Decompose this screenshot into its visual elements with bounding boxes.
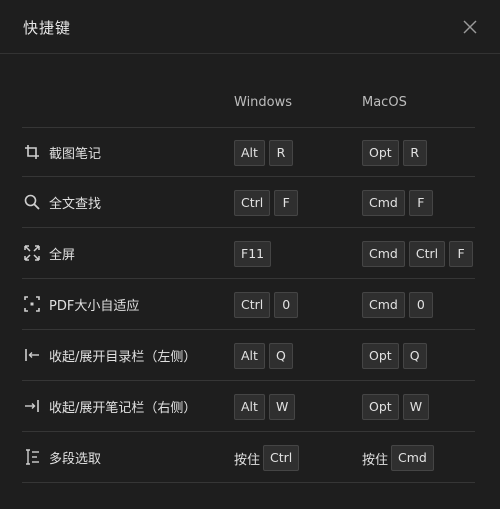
shortcut-label: 截图笔记 xyxy=(49,147,102,162)
macos-shortcut: Cmd Ctrl F xyxy=(362,241,477,267)
key-cap: R xyxy=(402,140,427,166)
shortcut-row: 全屏 F11 Cmd Ctrl F xyxy=(22,229,475,279)
macos-shortcut: Opt R xyxy=(362,140,431,166)
dialog-header: 快捷键 xyxy=(0,0,500,54)
shortcut-label: PDF大小自适应 xyxy=(49,299,140,314)
shortcut-row: 收起/展开目录栏（左侧） Alt Q Opt Q xyxy=(22,331,475,381)
fullscreen-icon xyxy=(24,245,40,261)
key-cap: Ctrl xyxy=(234,292,271,318)
close-icon xyxy=(463,20,477,34)
shortcut-row: 全文查找 Ctrl F Cmd F xyxy=(22,178,475,228)
multi-select-icon xyxy=(24,449,40,465)
windows-shortcut: Alt Q xyxy=(234,343,297,369)
key-cap: Opt xyxy=(362,140,399,166)
shortcut-row: PDF大小自适应 Ctrl 0 Cmd 0 xyxy=(22,280,475,330)
key-cap: Q xyxy=(402,343,427,369)
column-header-windows: Windows xyxy=(234,95,293,110)
shortcut-label: 收起/展开笔记栏（右侧） xyxy=(49,401,197,416)
key-cap: Cmd xyxy=(362,292,405,318)
search-icon xyxy=(24,194,40,210)
collapse-left-icon xyxy=(24,347,40,363)
key-cap: Cmd xyxy=(362,190,405,216)
shortcuts-dialog: 快捷键 Windows MacOS 截图笔记 Alt R Opt R 全文查找 Ctrl F C… xyxy=(0,0,500,509)
column-header-macos: MacOS xyxy=(362,95,407,110)
key-cap: Opt xyxy=(362,394,399,420)
key-cap: 0 xyxy=(408,292,433,318)
windows-shortcut: Alt R xyxy=(234,140,297,166)
shortcut-label: 全屏 xyxy=(49,248,76,263)
key-cap: R xyxy=(268,140,293,166)
macos-shortcut: Opt Q xyxy=(362,343,431,369)
shortcut-row: 收起/展开笔记栏（右侧） Alt W Opt W xyxy=(22,382,475,432)
key-cap: F11 xyxy=(234,241,272,267)
key-cap: F xyxy=(274,190,299,216)
macos-shortcut: Cmd F xyxy=(362,190,437,216)
key-cap: Cmd xyxy=(362,241,405,267)
key-cap: Opt xyxy=(362,343,399,369)
windows-shortcut: Ctrl F xyxy=(234,190,302,216)
key-cap: Ctrl xyxy=(234,190,271,216)
shortcut-label: 全文查找 xyxy=(49,197,102,212)
crop-icon xyxy=(24,144,40,160)
windows-shortcut: Alt W xyxy=(234,394,299,420)
key-cap: Alt xyxy=(234,140,265,166)
key-cap: Cmd xyxy=(391,445,434,471)
macos-shortcut: Opt W xyxy=(362,394,433,420)
key-cap: Alt xyxy=(234,343,265,369)
fit-page-icon xyxy=(24,296,40,312)
hold-prefix: 按住 xyxy=(234,452,261,468)
key-cap: Alt xyxy=(234,394,265,420)
windows-shortcut: Ctrl 0 xyxy=(234,292,302,318)
macos-shortcut: Cmd 0 xyxy=(362,292,437,318)
dialog-title: 快捷键 xyxy=(23,19,72,37)
close-button[interactable] xyxy=(460,17,480,37)
shortcut-label: 收起/展开目录栏（左侧） xyxy=(49,350,197,365)
key-cap: Ctrl xyxy=(263,445,300,471)
shortcut-row: 截图笔记 Alt R Opt R xyxy=(22,127,475,177)
shortcut-label: 多段选取 xyxy=(49,452,102,467)
key-cap: F xyxy=(449,241,474,267)
key-cap: F xyxy=(408,190,433,216)
collapse-right-icon xyxy=(24,398,40,414)
shortcut-row: 多段选取 按住 Ctrl 按住 Cmd xyxy=(22,433,475,483)
key-cap: W xyxy=(402,394,430,420)
key-cap: W xyxy=(268,394,296,420)
windows-shortcut: F11 xyxy=(234,241,275,267)
key-cap: 0 xyxy=(274,292,299,318)
hold-prefix: 按住 xyxy=(362,452,389,468)
key-cap: Ctrl xyxy=(408,241,446,267)
key-cap: Q xyxy=(268,343,293,369)
macos-shortcut: 按住 Cmd xyxy=(362,445,438,471)
windows-shortcut: 按住 Ctrl xyxy=(234,445,303,471)
